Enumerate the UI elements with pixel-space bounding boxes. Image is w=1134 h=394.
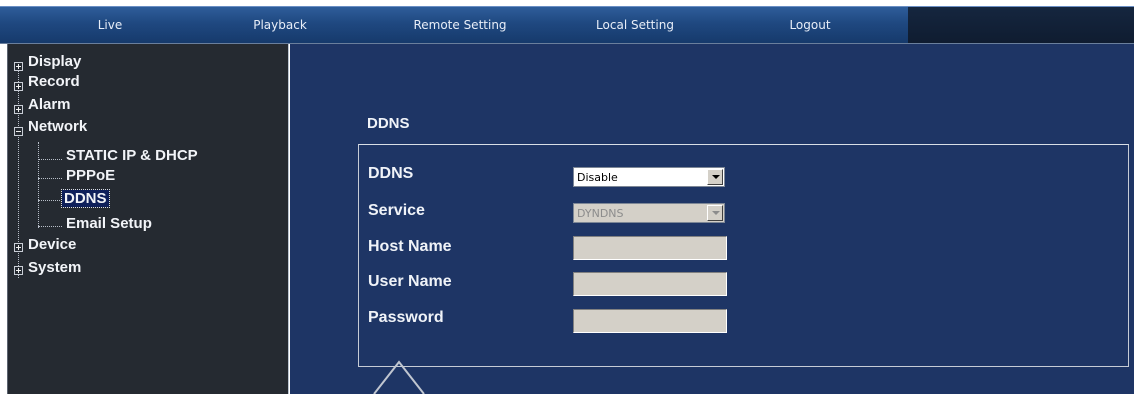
sidebar-item-display[interactable]: Display xyxy=(28,53,81,70)
sidebar-item-record[interactable]: Record xyxy=(28,73,80,90)
user-name-label: User Name xyxy=(368,273,452,290)
ddns-label: DDNS xyxy=(368,165,414,182)
password-input[interactable] xyxy=(573,309,727,333)
expand-plus-icon[interactable] xyxy=(14,105,23,114)
tree-connector xyxy=(38,178,62,179)
sidebar-item-static-ip-dhcp[interactable]: STATIC IP & DHCP xyxy=(66,147,198,164)
collapse-minus-icon[interactable] xyxy=(14,127,23,136)
tree-connector xyxy=(38,142,39,228)
expand-plus-icon[interactable] xyxy=(14,62,23,71)
tree-connector xyxy=(38,226,62,227)
sidebar-item-network[interactable]: Network xyxy=(28,118,87,135)
host-name-input[interactable] xyxy=(573,236,727,260)
expand-plus-icon[interactable] xyxy=(14,243,23,252)
tab-live[interactable]: Live xyxy=(60,7,160,43)
tab-remote-setting[interactable]: Remote Setting xyxy=(390,7,530,43)
sidebar-item-device[interactable]: Device xyxy=(28,236,76,253)
chevron-down-icon[interactable] xyxy=(707,169,723,185)
sidebar-divider xyxy=(288,44,289,394)
expand-plus-icon[interactable] xyxy=(14,266,23,275)
tree-connector xyxy=(38,200,60,201)
ddns-select[interactable]: Disable xyxy=(573,167,725,187)
sidebar-item-ddns[interactable]: DDNS xyxy=(61,189,110,208)
pointer-triangle-icon xyxy=(373,360,425,394)
top-nav-bar: Live Playback Remote Setting Local Setti… xyxy=(0,6,1134,44)
ddns-settings-panel xyxy=(358,144,1129,367)
page-title: DDNS xyxy=(367,115,410,132)
sidebar-item-alarm[interactable]: Alarm xyxy=(28,96,71,113)
sidebar-item-system[interactable]: System xyxy=(28,259,81,276)
ddns-select-value: Disable xyxy=(577,171,618,184)
host-name-label: Host Name xyxy=(368,238,452,255)
tab-playback[interactable]: Playback xyxy=(230,7,330,43)
sidebar-item-pppoe[interactable]: PPPoE xyxy=(66,167,115,184)
tab-logout[interactable]: Logout xyxy=(760,7,860,43)
top-nav-filler xyxy=(908,7,1134,43)
user-name-input[interactable] xyxy=(573,272,727,296)
tree-connector xyxy=(38,159,62,160)
service-select: DYNDNS xyxy=(573,203,725,223)
chevron-down-icon xyxy=(707,205,723,221)
service-label: Service xyxy=(368,202,425,219)
service-select-value: DYNDNS xyxy=(577,207,624,220)
sidebar-item-email-setup[interactable]: Email Setup xyxy=(66,215,152,232)
tab-local-setting[interactable]: Local Setting xyxy=(570,7,700,43)
password-label: Password xyxy=(368,309,444,326)
expand-plus-icon[interactable] xyxy=(14,82,23,91)
